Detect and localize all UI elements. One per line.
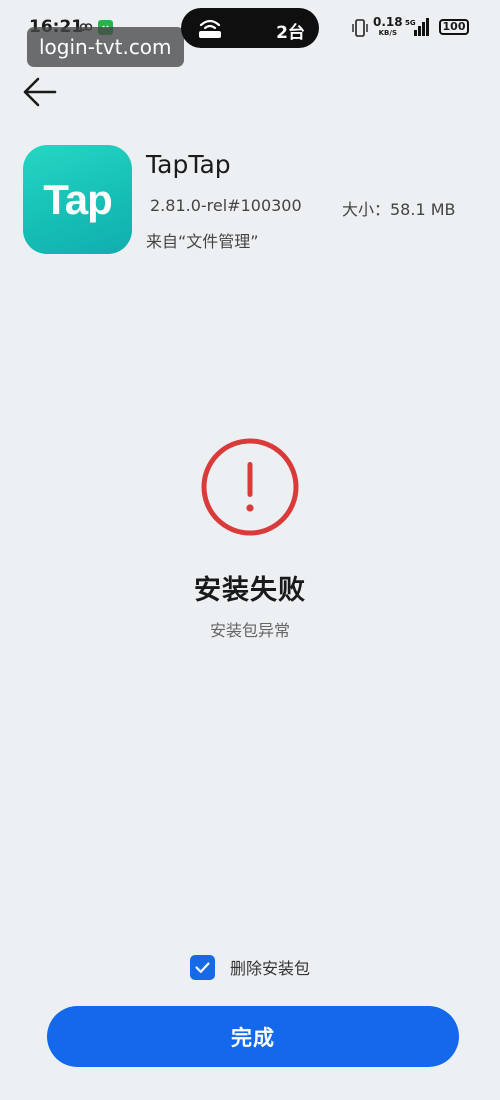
done-button-label: 完成 — [231, 1025, 275, 1050]
checkmark-icon — [195, 961, 210, 973]
back-arrow-icon[interactable] — [22, 76, 58, 108]
network-speed: 0.18 KB/S — [373, 15, 403, 37]
status-bar: 16:21 login-tvt.com 2台 0.18 — [0, 0, 500, 67]
result-subtitle: 安装包异常 — [209, 621, 290, 640]
install-result-screen: 16:21 login-tvt.com 2台 0.18 — [0, 0, 500, 1100]
svg-text:5G: 5G — [405, 19, 416, 27]
done-button[interactable]: 完成 — [47, 1006, 459, 1067]
battery-icon: 100 — [439, 19, 469, 35]
watermark: login-tvt.com — [27, 27, 184, 67]
device-count: 2台 — [276, 23, 305, 43]
app-version: 2.81.0-rel#100300 — [150, 196, 302, 215]
app-source: 来自“文件管理” — [146, 232, 259, 251]
result-title: 安装失败 — [194, 575, 306, 606]
signal-icon: 5G — [405, 18, 429, 36]
app-icon: Tap — [23, 145, 132, 254]
dynamic-island[interactable]: 2台 — [181, 8, 319, 48]
app-name: TapTap — [146, 150, 231, 179]
vibrate-icon — [352, 19, 368, 37]
router-icon — [199, 19, 221, 38]
app-icon-text: Tap — [43, 175, 113, 223]
delete-package-checkbox[interactable] — [190, 954, 215, 980]
error-icon — [201, 438, 299, 536]
app-size: 大小：58.1 MB — [342, 200, 456, 219]
delete-package-option[interactable]: 删除安装包 — [190, 953, 310, 981]
delete-package-label: 删除安装包 — [230, 959, 311, 978]
